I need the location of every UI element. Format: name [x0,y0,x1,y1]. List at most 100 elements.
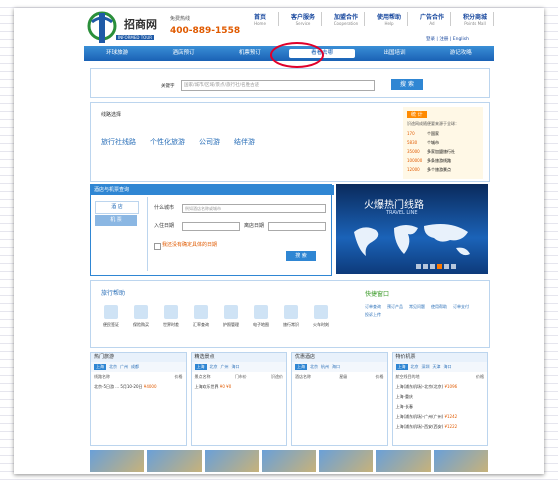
deals-panels: 热门旅游 上海 北京 广州 成都 线路名称 价格 北京-5日游 ... 5月10-20日… [90,352,488,446]
carousel-dot[interactable] [430,264,435,269]
route-item[interactable]: 公司游 [199,137,220,147]
help-item-train[interactable]: 火车时刻 [309,305,333,328]
stats-row: 12000 多个旅游景点 [407,167,451,172]
list-item[interactable]: 上海(浦东机场)-北京(北京) ¥1096 [393,382,488,392]
quick-title: 快捷窗口 [365,291,390,298]
login-register-links[interactable]: 登录 | 注册 | English [426,36,469,42]
city-tabs: 上海 北京 广州 海口 [191,362,286,372]
help-item-timezone[interactable]: 世界时差 [159,305,183,328]
search-input[interactable]: 国家/城市/区域/景点/旅行社/名胜古迹 [181,80,375,91]
route-list: 旅行社线路 个性化旅游 公司游 结伴游 [101,137,255,147]
panel-attractions: 精选景点 上海 北京 广州 海口 景点名称 门市价 识途价 上海欢乐世界 ¥0 ¥0 [190,352,287,446]
top-nav-home[interactable]: 首页 Home [242,12,279,26]
top-nav-cooperation[interactable]: 加盟合作 Cooperation [328,12,365,26]
carousel-dot[interactable] [451,264,456,269]
thumbnail-image[interactable] [433,450,488,472]
list-item[interactable]: 上海(浦东机场)-广州(广州) ¥1242 [393,412,488,422]
train-icon [314,305,328,319]
date-checkbox-label: 我还没有确定具体的日期 [162,242,218,248]
city-input[interactable]: 例如酒店名称或城市 [182,204,326,213]
passport-icon [104,305,118,319]
help-item-map[interactable]: 电子地图 [249,305,273,328]
screenshot-frame: 招商网 INFORMED TOUR 免费热线 400-889-1558 首页 Ho… [14,8,544,474]
quick-link[interactable]: 预订产品 [387,304,403,310]
stats-row: 170 个国家 [407,131,439,136]
map-icon [254,305,268,319]
quick-links: 订单查询 预订产品 常见问题 使用帮助 订单支付 投诉上传 [365,304,483,318]
list-item[interactable]: 上海欢乐世界 ¥0 ¥0 [192,382,287,392]
checkin-input[interactable] [182,222,240,231]
quick-window: 快捷窗口 订单查询 预订产品 常见问题 使用帮助 订单支付 投诉上传 [365,289,483,318]
help-icons: 便民签证 保险购买 世界时差 汇率查询 护照管理 电子地图 旅行常识 火车时刻 [99,305,333,328]
list-item[interactable]: 上海-重庆 [393,392,488,402]
route-item[interactable]: 旅行社线路 [101,137,136,147]
website-page: 招商网 INFORMED TOUR 免费热线 400-889-1558 首页 Ho… [84,8,494,474]
thumbnail-image[interactable] [147,450,202,472]
thumbnail-image[interactable] [90,450,145,472]
nav-item-hotel[interactable]: 酒店预订 [150,46,216,61]
thumbnail-image[interactable] [319,450,374,472]
quick-link[interactable]: 投诉上传 [365,312,381,318]
quick-link[interactable]: 常见问题 [409,304,425,310]
booking-search-button[interactable]: 搜 索 [286,251,316,261]
quick-link[interactable]: 使用帮助 [431,304,447,310]
search-button[interactable]: 搜 索 [391,79,423,90]
logo-icon[interactable] [86,10,122,46]
red-highlight-circle [270,42,324,68]
camera-icon [134,305,148,319]
carousel-dot[interactable] [416,264,421,269]
id-card-icon [224,305,238,319]
panel-hot-tours: 热门旅游 上海 北京 广州 成都 线路名称 价格 北京-5日游 ... 5月10-20日… [90,352,187,446]
world-map-icon [354,224,470,256]
list-item[interactable]: 北京-5日游 ... 5月10-20日 ¥4000 [91,382,186,392]
nav-item-travel-notes[interactable]: 游记攻略 [428,46,494,61]
nav-item-global-travel[interactable]: 环球旅游 [84,46,150,61]
stats-box: 统 计 识途网成随便要来源于全球： 170 个国家 5830 个城市 35000 多家… [403,107,483,179]
promo-subtitle: TRAVEL LINE [386,210,418,216]
checkin-label: 入住日期 [154,223,175,229]
quick-link[interactable]: 订单查询 [365,304,381,310]
column-headers: 航空线目的地 价格 [395,374,485,379]
list-item[interactable]: 上海(浦东机场)-西安(西安) ¥1222 [393,422,488,432]
column-headers: 线路名称 价格 [94,374,183,379]
thumbnail-strip [90,450,488,472]
list-item[interactable]: 上海-长春 [393,402,488,412]
tab-flight[interactable]: 机 票 [95,215,137,226]
checkout-input[interactable] [268,222,326,231]
top-nav-help[interactable]: 使用帮助 Help [371,12,408,26]
city-tabs: 上海 北京 深圳 天津 海口 [392,362,487,372]
panel-title: 热门旅游 [91,353,186,362]
search-section: 关键字 国家/城市/区域/景点/旅行社/名胜古迹 搜 索 [90,68,490,98]
promo-banner[interactable]: 火爆热门线路 TRAVEL LINE [336,184,488,274]
route-item[interactable]: 个性化旅游 [150,137,185,147]
thumbnail-image[interactable] [376,450,431,472]
carousel-dot[interactable] [437,264,442,269]
date-checkbox[interactable] [154,243,161,250]
top-nav-ad[interactable]: 广告合作 Ad [414,12,451,26]
help-item-passport[interactable]: 护照管理 [219,305,243,328]
help-item-exchange[interactable]: 汇率查询 [189,305,213,328]
thumbnail-image[interactable] [204,450,259,472]
search-label: 关键字 [161,84,175,89]
quick-link[interactable]: 订单支付 [453,304,469,310]
city-tabs: 上海 北京 广州 成都 [91,362,186,372]
help-item-insurance[interactable]: 保险购买 [129,305,153,328]
carousel-dot[interactable] [423,264,428,269]
stats-intro: 识途网成随便要来源于全球： [407,121,459,126]
panel-hotels: 优惠酒店 上海 北京 杭州 海口 酒店名称 星级 价格 [291,352,388,446]
help-item-visa[interactable]: 便民签证 [99,305,123,328]
travel-help-section: 旅行帮助 便民签证 保险购买 世界时差 汇率查询 护照管理 电子地图 旅行常识 … [90,280,490,348]
booking-panel: 酒店与机票查询 酒 店 机 票 什么城市 例如酒店名称或城市 入住日期 离店日期… [90,184,334,276]
route-item[interactable]: 结伴游 [234,137,255,147]
tab-hotel[interactable]: 酒 店 [95,201,139,214]
panel-title: 优惠酒店 [292,353,387,362]
top-nav-service[interactable]: 客户服务 Service [285,12,322,26]
nav-item-training[interactable]: 出国培训 [361,46,427,61]
stats-tag: 统 计 [407,111,427,118]
carousel-dot[interactable] [444,264,449,269]
panel-title: 精选景点 [191,353,286,362]
help-item-tips[interactable]: 旅行常识 [279,305,303,328]
hotline-phone: 400-889-1558 [170,26,241,36]
top-nav-mall[interactable]: 积分商城 Points Mall [457,12,494,26]
thumbnail-image[interactable] [261,450,317,472]
